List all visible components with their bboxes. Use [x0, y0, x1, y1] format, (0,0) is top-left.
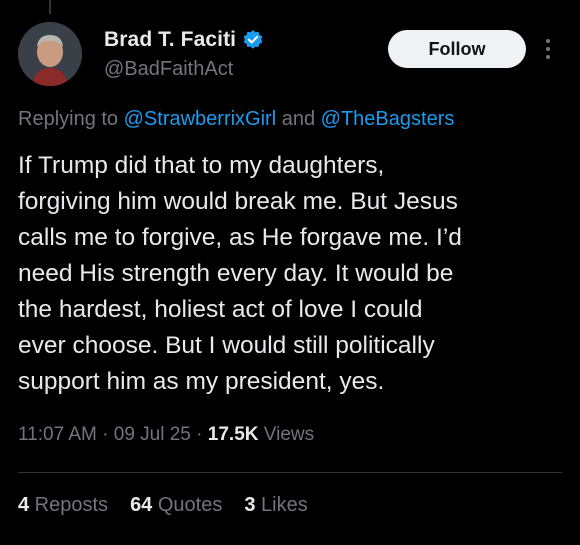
- thread-connector-line: [49, 0, 51, 14]
- meta-separator: ·: [96, 424, 114, 445]
- tweet-text: If Trump did that to my daughters, forgi…: [18, 152, 462, 395]
- name-row: Brad T. Faciti: [104, 28, 264, 52]
- likes-count: 3: [244, 494, 256, 516]
- views-label: Views: [258, 424, 315, 445]
- tweet-header: Brad T. Faciti @BadFaithAct Follow: [18, 22, 562, 92]
- replying-to-line: Replying to @StrawberrixGirl and @TheBag…: [18, 108, 454, 131]
- avatar[interactable]: [18, 22, 82, 86]
- mention-link-2[interactable]: @TheBagsters: [321, 108, 455, 130]
- mention-link-1[interactable]: @StrawberrixGirl: [124, 108, 277, 130]
- more-options-icon[interactable]: [540, 34, 556, 64]
- user-handle[interactable]: @BadFaithAct: [104, 58, 233, 81]
- replying-to-joiner: and: [276, 108, 321, 130]
- tweet-time[interactable]: 11:07 AM: [18, 424, 97, 445]
- reposts-label: Reposts: [29, 494, 109, 516]
- quotes-stat[interactable]: 64 Quotes: [130, 494, 222, 517]
- engagement-stats: 4 Reposts 64 Quotes 3 Likes: [18, 494, 308, 517]
- reposts-count: 4: [18, 494, 30, 516]
- likes-stat[interactable]: 3 Likes: [244, 494, 307, 517]
- likes-label: Likes: [255, 494, 308, 516]
- follow-button[interactable]: Follow: [388, 30, 526, 68]
- display-name[interactable]: Brad T. Faciti: [104, 28, 236, 52]
- quotes-count: 64: [130, 494, 153, 516]
- tweet-date[interactable]: 09 Jul 25: [114, 424, 191, 445]
- meta-separator: ·: [190, 424, 208, 445]
- tweet-meta: 11:07 AM · 09 Jul 25 · 17.5K Views: [18, 424, 314, 446]
- verified-badge-icon: [242, 29, 264, 51]
- views-count: 17.5K: [207, 424, 259, 445]
- divider: [18, 472, 562, 473]
- replying-to-prefix: Replying to: [18, 108, 124, 130]
- reposts-stat[interactable]: 4 Reposts: [18, 494, 108, 517]
- quotes-label: Quotes: [152, 494, 223, 516]
